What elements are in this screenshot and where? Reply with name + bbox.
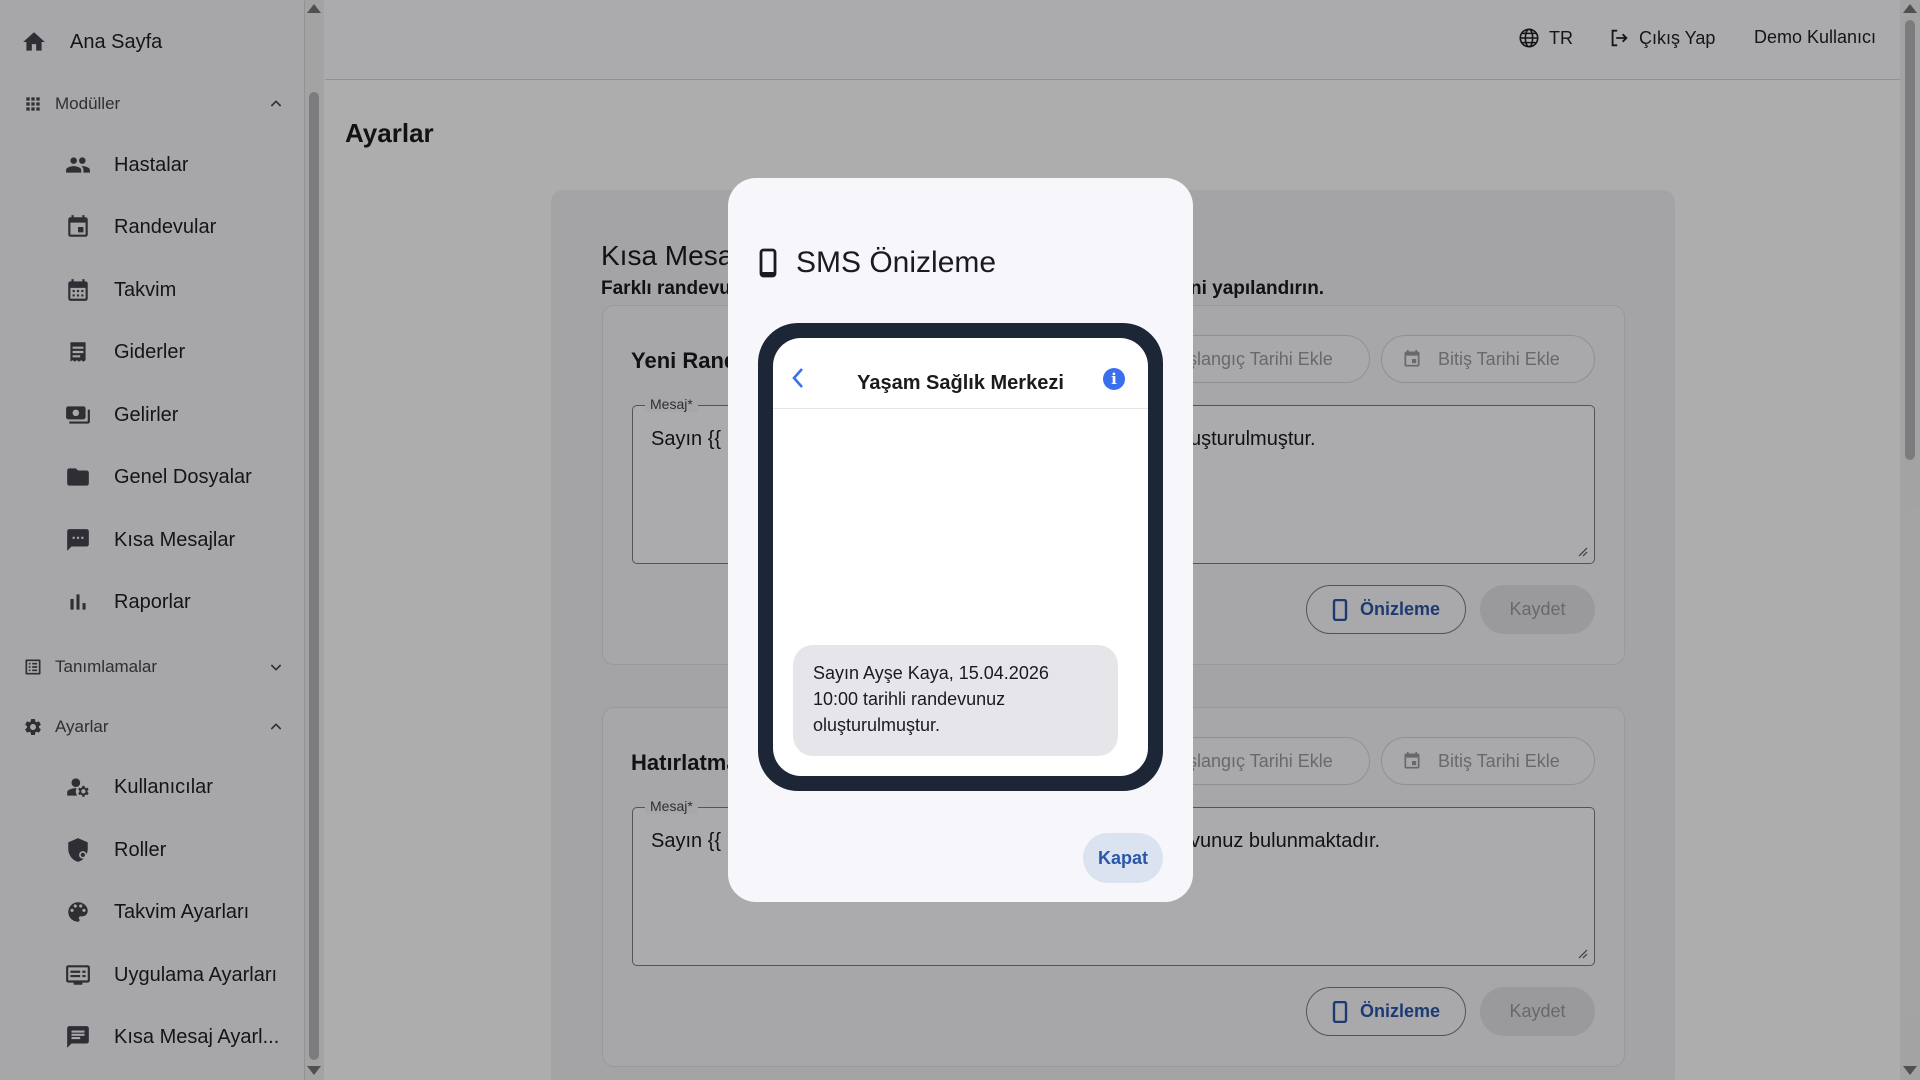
info-icon: i (1103, 368, 1125, 390)
sender-name: Yaşam Sağlık Merkezi (857, 372, 1064, 394)
dialog-title: SMS Önizleme (758, 246, 996, 280)
dialog-title-text: SMS Önizleme (796, 246, 997, 279)
close-button[interactable]: Kapat (1083, 833, 1163, 883)
sms-message-bubble: Sayın Ayşe Kaya, 15.04.2026 10:00 tarihl… (793, 645, 1118, 756)
conversation-header: Yaşam Sağlık Merkezi i (773, 338, 1148, 409)
phone-mockup: Yaşam Sağlık Merkezi i Sayın Ayşe Kaya, … (758, 323, 1163, 791)
phone-screen: Yaşam Sağlık Merkezi i Sayın Ayşe Kaya, … (773, 338, 1148, 776)
sms-preview-dialog: SMS Önizleme Yaşam Sağlık Merkezi i Sayı… (728, 178, 1193, 902)
phone-icon (758, 248, 782, 278)
close-label: Kapat (1097, 847, 1148, 868)
